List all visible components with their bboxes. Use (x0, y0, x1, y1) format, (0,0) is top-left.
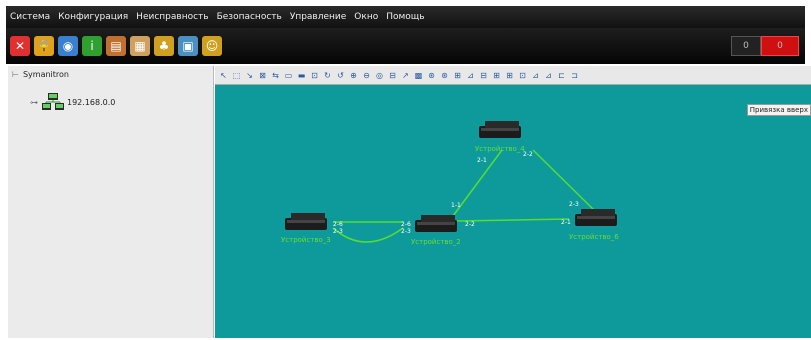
link-left-mid-b[interactable] (332, 227, 404, 243)
device-right-icon[interactable] (575, 209, 617, 226)
menu-item[interactable]: Управление (286, 12, 350, 22)
document-icon[interactable]: ▦ (130, 36, 150, 56)
tree-node-subnet[interactable]: ⊶ 192.168.0.0 (30, 92, 115, 112)
main-toolbar: ✕ 🔒 ◉ i ▤ ▦ ♣ ▣ ☺ 0 0 (6, 28, 805, 64)
collapse-icon[interactable]: ⊢ (12, 70, 19, 79)
device-mid-icon[interactable] (415, 215, 457, 232)
topology-tree-panel: ⊢ Symanitron ⊶ 192.168.0.0 (8, 66, 214, 338)
device-top-label: Устройство_4 (475, 145, 525, 153)
globe-icon[interactable]: ◉ (58, 36, 78, 56)
network-icon (42, 92, 64, 112)
device-left-icon[interactable] (285, 213, 327, 230)
alarm-bell-icon[interactable]: ♣ (154, 36, 174, 56)
device-mid-label: Устройство_2 (411, 238, 461, 246)
window-controls: 0 0 (731, 36, 799, 56)
port-label: 2-3 (401, 228, 411, 235)
menu-item[interactable]: Безопасность (213, 12, 286, 22)
minimize-button[interactable]: 0 (731, 36, 761, 56)
topology-canvas[interactable]: ↖ ⬚ ↘ ⊠ ⇆ ▭ ▬ ⊡ ↻ ↺ ⊕ ⊖ ◎ ⊟ ↗ ▩ ⊛ ⊛ ⊞ ⊿ ⊟ ⊞ ⊞ ⊡ ⊿ ⊿ ⊏ ⊐ Привязка вв… (215, 66, 811, 338)
menu-item[interactable]: Система (6, 12, 54, 22)
port-label: 2-3 (569, 201, 579, 208)
link-top-right[interactable] (532, 149, 596, 212)
port-label: 1-1 (451, 202, 461, 209)
tree-node-label: 192.168.0.0 (67, 97, 116, 107)
expand-icon[interactable]: ⊶ (30, 98, 38, 107)
port-label: 2-3 (333, 228, 343, 235)
menu-item[interactable]: Конфигурация (54, 12, 132, 22)
device-right-label: Устройство_6 (569, 233, 619, 241)
server-alarm-icon[interactable]: ▤ (106, 36, 126, 56)
tree-root[interactable]: ⊢ Symanitron (12, 70, 69, 79)
monitor-icon[interactable]: ▣ (178, 36, 198, 56)
lock-icon[interactable]: 🔒 (34, 36, 54, 56)
port-label: 2-2 (465, 221, 475, 228)
menu-bar: Система Конфигурация Неисправность Безопасн… (6, 6, 805, 28)
user-icon[interactable]: ☺ (202, 36, 222, 56)
menu-item[interactable]: Неисправность (132, 12, 212, 22)
port-label: 2-1 (477, 157, 487, 164)
port-label: 2-1 (561, 219, 571, 226)
close-icon[interactable]: ✕ (10, 36, 30, 56)
info-icon[interactable]: i (82, 36, 102, 56)
port-label: 2-2 (523, 151, 533, 158)
device-top-icon[interactable] (479, 121, 521, 138)
app-window: Система Конфигурация Неисправность Безопасн… (0, 0, 811, 340)
device-left-label: Устройство_3 (281, 236, 331, 244)
topology-diagram: Устройство_4 Устройство_3 Устройство_2 У… (281, 121, 619, 246)
tree-root-label: Symanitron (22, 70, 69, 79)
menu-item[interactable]: Окно (350, 12, 382, 22)
menu-item[interactable]: Помощь (382, 12, 428, 22)
port-label: 2-6 (401, 221, 411, 228)
port-label: 2-6 (333, 221, 343, 228)
close-button[interactable]: 0 (761, 36, 799, 56)
